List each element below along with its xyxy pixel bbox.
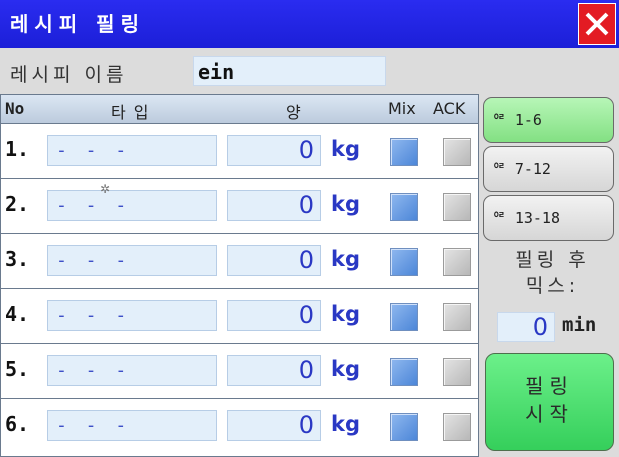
type-field[interactable]: - - - xyxy=(47,355,217,386)
amount-field[interactable]: 0 xyxy=(227,245,321,276)
type-field[interactable]: - - - xyxy=(47,410,217,441)
mix-minutes-field[interactable]: 0 xyxy=(497,312,555,342)
mix-checkbox[interactable] xyxy=(390,193,418,221)
header-ack: ACK xyxy=(433,99,466,118)
table-row: 5. - - - 0 kg xyxy=(1,344,478,399)
mix-after-label-line2: 믹스: xyxy=(525,275,580,297)
start-label-line1: 필링 xyxy=(525,374,574,398)
recipe-name-label: 레시피 이름 xyxy=(10,64,128,86)
ack-indicator xyxy=(443,193,471,221)
amount-unit: kg xyxy=(331,192,360,216)
amount-unit: kg xyxy=(331,247,360,271)
amount-field[interactable]: 0 xyxy=(227,190,321,221)
header-no: No xyxy=(5,99,25,118)
type-field[interactable]: - - - xyxy=(47,135,217,166)
cursor-marker-icon: ✲ xyxy=(100,182,111,196)
amount-field[interactable]: 0 xyxy=(227,135,321,166)
mix-checkbox[interactable] xyxy=(390,358,418,386)
amount-field[interactable]: 0 xyxy=(227,300,321,331)
table-row: 3. - - - 0 kg xyxy=(1,234,478,289)
ack-indicator xyxy=(443,138,471,166)
amount-unit: kg xyxy=(331,357,360,381)
table-row: 4. - - - 0 kg xyxy=(1,289,478,344)
row-number: 2. xyxy=(5,192,30,216)
recipe-name-row: 레시피 이름 ein xyxy=(0,52,619,90)
page-button-13-18[interactable]: ᄋᄅ 13-18 xyxy=(483,195,614,241)
mix-checkbox[interactable] xyxy=(390,303,418,331)
row-number: 3. xyxy=(5,247,30,271)
amount-unit: kg xyxy=(331,302,360,326)
mix-after-filling-label: 필링 후 믹스: xyxy=(490,247,615,299)
page-button-7-12[interactable]: ᄋᄅ 7-12 xyxy=(483,146,614,192)
title-bar: 레시피 필링 xyxy=(0,0,619,48)
type-field[interactable]: - - - xyxy=(47,300,217,331)
amount-unit: kg xyxy=(331,137,360,161)
mix-minutes-unit: min xyxy=(562,314,597,336)
ack-indicator xyxy=(443,358,471,386)
recipe-name-field[interactable]: ein xyxy=(193,56,386,86)
ack-indicator xyxy=(443,303,471,331)
start-label-line2: 시작 xyxy=(525,402,574,426)
recipe-filling-window: 레시피 필링 레시피 이름 ein No 타입 양 Mix ACK 1. - -… xyxy=(0,0,619,457)
table-header: No 타입 양 Mix ACK xyxy=(1,95,478,124)
mix-after-label-line1: 필링 후 xyxy=(515,249,590,271)
header-amount: 양 xyxy=(286,103,301,122)
table-row: 2. - - - 0 kg xyxy=(1,179,478,234)
row-number: 4. xyxy=(5,302,30,326)
close-button[interactable] xyxy=(578,3,616,45)
header-mix: Mix xyxy=(388,99,416,118)
mix-checkbox[interactable] xyxy=(390,138,418,166)
row-number: 1. xyxy=(5,137,30,161)
page-button-1-6[interactable]: ᄋᄅ 1-6 xyxy=(483,97,614,143)
mix-checkbox[interactable] xyxy=(390,248,418,276)
row-number: 5. xyxy=(5,357,30,381)
amount-field[interactable]: 0 xyxy=(227,410,321,441)
start-filling-button[interactable]: 필링 시작 xyxy=(485,353,614,451)
ack-indicator xyxy=(443,248,471,276)
type-field[interactable]: - - - xyxy=(47,245,217,276)
row-number: 6. xyxy=(5,412,30,436)
table-row: 6. - - - 0 kg xyxy=(1,399,478,453)
ack-indicator xyxy=(443,413,471,441)
recipe-table: No 타입 양 Mix ACK 1. - - - 0 kg 2. - - - 0… xyxy=(0,94,479,457)
mix-checkbox[interactable] xyxy=(390,413,418,441)
close-icon xyxy=(585,12,609,36)
type-field[interactable]: - - - xyxy=(47,190,217,221)
window-title: 레시피 필링 xyxy=(10,12,145,36)
amount-field[interactable]: 0 xyxy=(227,355,321,386)
header-type: 타입 xyxy=(111,103,157,122)
table-row: 1. - - - 0 kg xyxy=(1,124,478,179)
amount-unit: kg xyxy=(331,412,360,436)
